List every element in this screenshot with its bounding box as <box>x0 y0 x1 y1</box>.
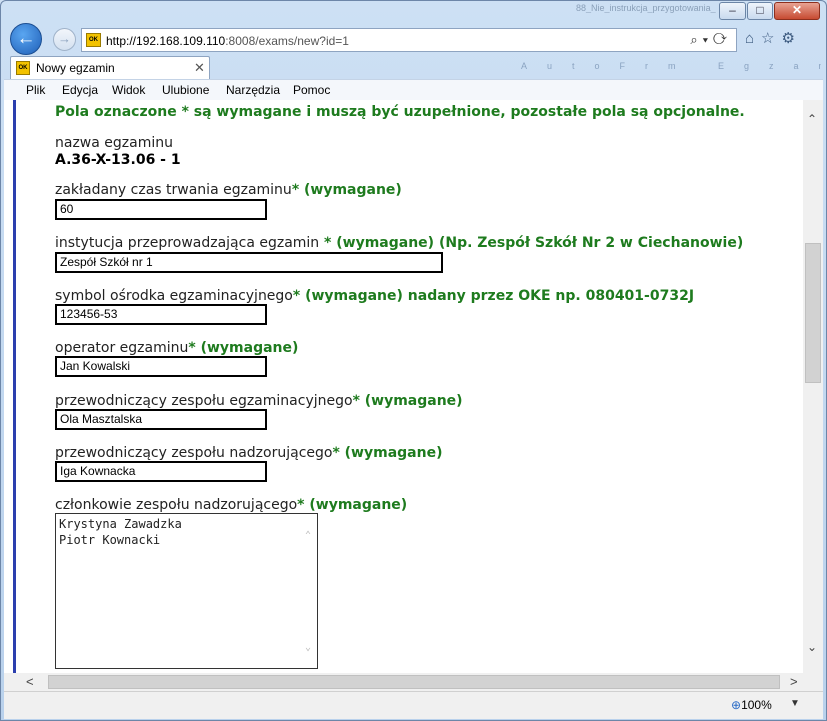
zoom-icon: ⊕ <box>731 698 742 712</box>
member-line: Krystyna Zawadzka <box>59 517 182 531</box>
horizontal-scroll-thumb[interactable] <box>48 675 780 689</box>
address-tools-icons[interactable]: ⌕▾⟳ <box>690 32 732 48</box>
page-content: Pola oznaczone * są wymagane i muszą być… <box>4 100 803 673</box>
center-symbol-input[interactable]: 123456-53 <box>55 304 267 325</box>
maximize-button[interactable]: □ <box>747 2 773 20</box>
textarea-scrollbar[interactable]: ⌃ ⌄ <box>302 514 317 668</box>
zoom-control[interactable]: ⊕100% <box>731 698 772 712</box>
address-bar[interactable]: OK http://192.168.109.110:8008/exams/new… <box>81 28 737 52</box>
center-symbol-label-text: symbol ośrodka egzaminacyjnego <box>55 288 293 304</box>
duration-required: * (wymagane) <box>291 182 402 198</box>
exam-chair-required: * (wymagane) <box>352 393 463 409</box>
required-fields-notice: Pola oznaczone * są wymagane i muszą być… <box>55 104 745 120</box>
menu-widok[interactable]: Widok <box>112 83 145 97</box>
menu-narzedzia[interactable]: Narzędzia <box>226 83 280 97</box>
operator-label-text: operator egzaminu <box>55 340 189 356</box>
exam-name-label: nazwa egzaminu <box>55 135 173 151</box>
supervise-chair-label-text: przewodniczący zespołu nadzorującego <box>55 445 333 461</box>
zoom-dropdown-icon[interactable]: ▼ <box>790 698 800 709</box>
operator-required: * (wymagane) <box>188 340 299 356</box>
status-bar: ⊕100% ▼ <box>4 691 823 719</box>
back-button[interactable]: ← <box>10 23 42 55</box>
scroll-up-icon[interactable]: ⌃ <box>807 112 817 126</box>
exam-chair-input[interactable]: Ola Masztalska <box>55 409 267 430</box>
operator-label: operator egzaminu* (wymagane) <box>55 340 298 356</box>
scroll-left-icon[interactable]: < <box>26 674 34 689</box>
menu-plik[interactable]: Plik <box>26 83 45 97</box>
title-bar: 88_Nie_instrukcja_przygotowania_egzaminu… <box>1 1 826 23</box>
menu-ulubione[interactable]: Ulubione <box>162 83 209 97</box>
window-title: 88_Nie_instrukcja_przygotowania_egzaminu… <box>576 3 716 13</box>
vertical-scroll-thumb[interactable] <box>805 243 821 383</box>
textarea-scroll-up-icon[interactable]: ⌃ <box>305 528 311 544</box>
vertical-scrollbar[interactable]: ⌃ ⌄ <box>803 100 823 673</box>
exam-chair-label-text: przewodniczący zespołu egzaminacyjnego <box>55 393 353 409</box>
institution-required: * (wymagane) (Np. Zespół Szkół Nr 2 w Ci… <box>319 235 744 251</box>
forward-button[interactable]: → <box>53 28 76 51</box>
tab-label: Nowy egzamin <box>36 61 115 75</box>
scroll-right-icon[interactable]: > <box>790 674 798 689</box>
menu-bar: Plik Edycja Widok Ulubione Narzędzia Pom… <box>4 79 823 100</box>
left-accent-bar <box>13 100 16 673</box>
duration-label: zakładany czas trwania egzaminu* (wymaga… <box>55 182 402 198</box>
url-host: http://192.168.109.110 <box>106 34 226 48</box>
members-required: * (wymagane) <box>297 497 408 513</box>
url-text[interactable]: http://192.168.109.110:8008/exams/new?id… <box>106 34 349 48</box>
center-symbol-required: * (wymagane) nadany przez OKE np. 080401… <box>292 288 695 304</box>
textarea-scroll-down-icon[interactable]: ⌄ <box>305 640 311 656</box>
browser-window: 88_Nie_instrukcja_przygotowania_egzaminu… <box>0 0 827 721</box>
scroll-down-icon[interactable]: ⌄ <box>807 640 817 654</box>
url-path: :8008/exams/new?id=1 <box>225 34 349 48</box>
institution-label-text: instytucja przeprowadzająca egzamin <box>55 235 320 251</box>
menu-edycja[interactable]: Edycja <box>62 83 98 97</box>
supervise-chair-input[interactable]: Iga Kownacka <box>55 461 267 482</box>
tab-close-icon[interactable]: ✕ <box>194 60 205 76</box>
tab-favicon-icon: OK <box>16 61 30 75</box>
member-line: Piotr Kownacki <box>59 533 161 547</box>
supervise-chair-required: * (wymagane) <box>332 445 443 461</box>
duration-label-text: zakładany czas trwania egzaminu <box>55 182 292 198</box>
horizontal-scrollbar[interactable]: < > <box>4 673 823 691</box>
exam-name-value: A.36-X-13.06 - 1 <box>55 152 181 168</box>
close-window-button[interactable]: ✕ <box>774 2 820 20</box>
menu-pomoc[interactable]: Pomoc <box>293 83 330 97</box>
duration-input[interactable]: 60 <box>55 199 267 220</box>
zoom-level: 100% <box>741 698 772 712</box>
tab-nowy-egzamin[interactable]: OK Nowy egzamin ✕ <box>10 56 210 79</box>
members-label: członkowie zespołu nadzorującego* (wymag… <box>55 497 407 513</box>
members-label-text: członkowie zespołu nadzorującego <box>55 497 298 513</box>
institution-input[interactable]: Zespół Szkół nr 1 <box>55 252 443 273</box>
center-symbol-label: symbol ośrodka egzaminacyjnego* (wymagan… <box>55 288 694 304</box>
institution-label: instytucja przeprowadzająca egzamin * (w… <box>55 235 743 251</box>
navigation-bar: ← → OK http://192.168.109.110:8008/exams… <box>1 23 826 55</box>
supervise-chair-label: przewodniczący zespołu nadzorującego* (w… <box>55 445 442 461</box>
members-textarea[interactable]: Krystyna Zawadzka Piotr Kownacki ⌃ ⌄ <box>55 513 318 669</box>
operator-input[interactable]: Jan Kowalski <box>55 356 267 377</box>
site-favicon-icon: OK <box>86 33 101 47</box>
home-favorites-settings-icons[interactable]: ⌂☆⚙ <box>745 29 802 47</box>
background-tabs: AutoFrm Egzamin AutoFrm <box>521 61 821 71</box>
minimize-button[interactable]: – <box>719 2 746 20</box>
exam-chair-label: przewodniczący zespołu egzaminacyjnego* … <box>55 393 463 409</box>
